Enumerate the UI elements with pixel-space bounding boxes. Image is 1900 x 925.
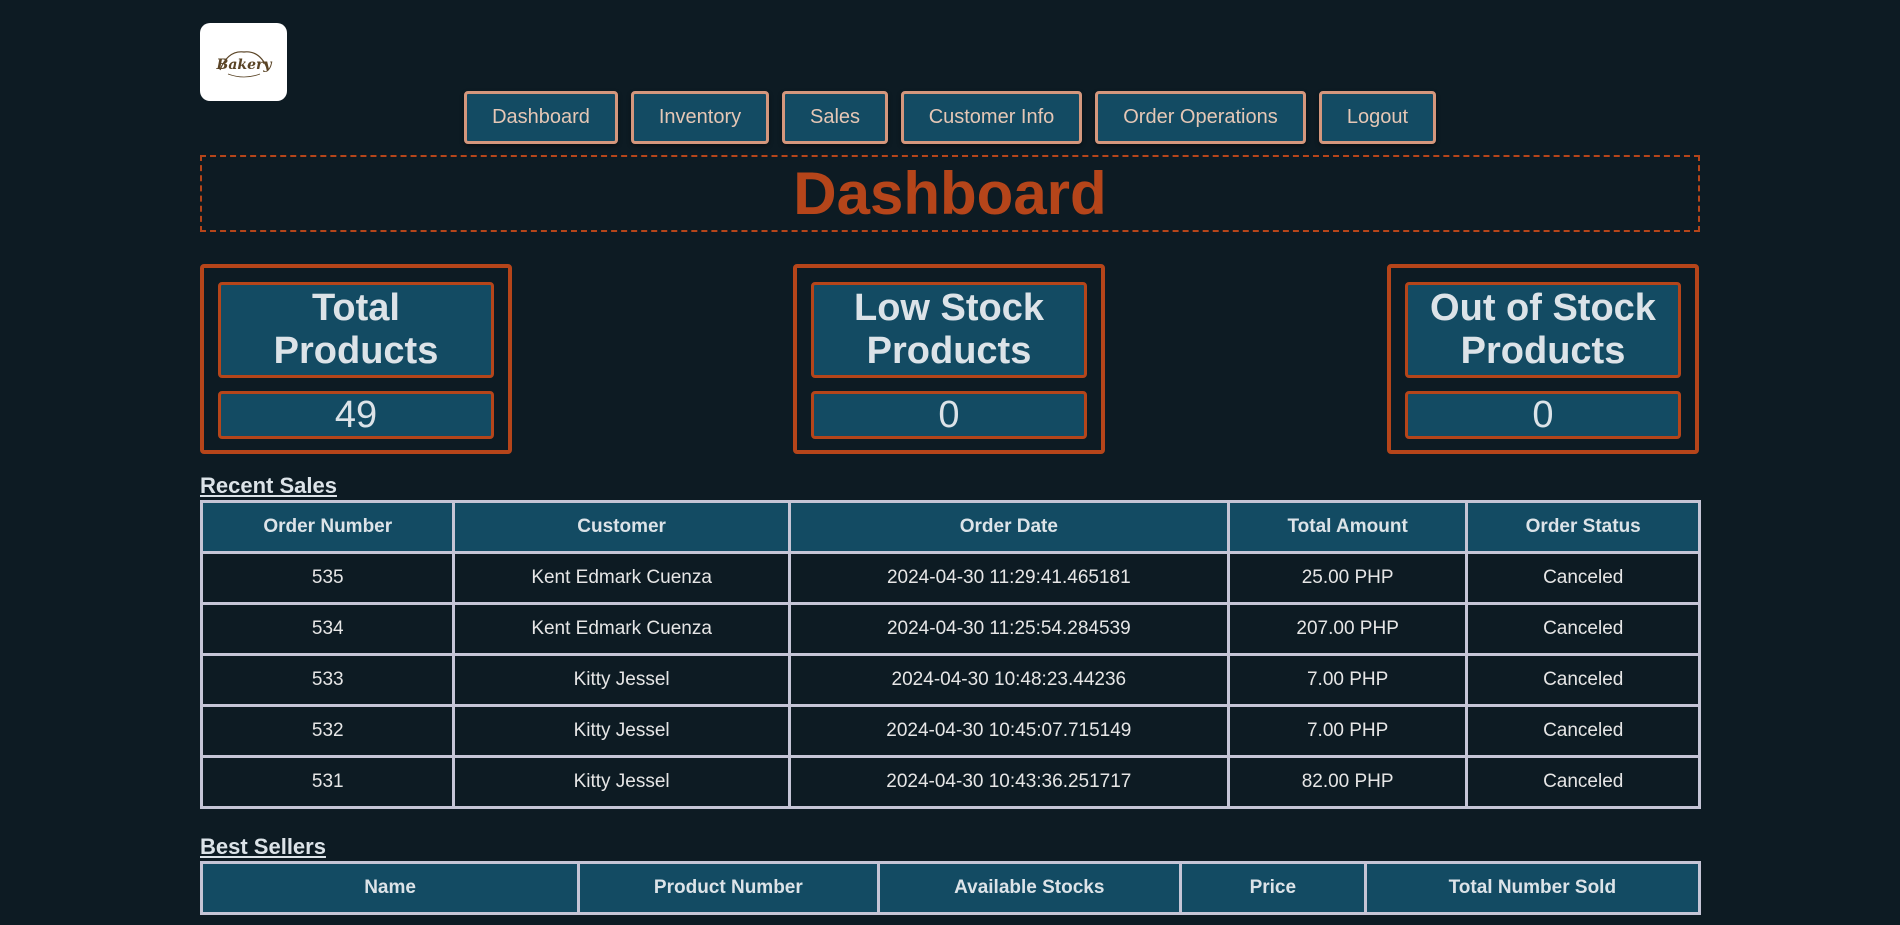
stat-value: 0 [811,391,1087,439]
column-header: Total Amount [1226,500,1469,554]
column-header: Customer [452,500,791,554]
cell-order-number: 534 [199,602,456,656]
cell-order-number: 531 [199,755,456,809]
stat-label: Low Stock Products [811,282,1087,378]
column-header: Order Date [787,500,1230,554]
stat-card-low-stock: Low Stock Products 0 [793,264,1105,454]
stat-value: 49 [218,391,494,439]
stat-label: Out of Stock Products [1405,282,1681,378]
column-header: Order Status [1465,500,1701,554]
cell-order-date: 2024-04-30 10:48:23.44236 [787,653,1230,707]
page-title: Dashboard [200,155,1700,232]
stat-card-total-products: Total Products 49 [200,264,512,454]
cell-order-date: 2024-04-30 10:43:36.251717 [787,755,1230,809]
stat-value: 0 [1405,391,1681,439]
logo-text: Bakery [215,57,272,73]
cell-customer: Kitty Jessel [452,704,791,758]
table-row: 535 Kent Edmark Cuenza 2024-04-30 11:29:… [199,551,1701,605]
column-header: Total Number Sold [1363,861,1702,915]
cell-total-amount: 7.00 PHP [1226,704,1469,758]
table-row: 533 Kitty Jessel 2024-04-30 10:48:23.442… [199,653,1701,707]
cell-customer: Kitty Jessel [452,653,791,707]
recent-sales-table: Order Number Customer Order Date Total A… [199,500,1701,809]
column-header: Price [1179,861,1367,915]
nav-inventory-button[interactable]: Inventory [631,91,769,144]
cell-order-number: 535 [199,551,456,605]
table-row: 534 Kent Edmark Cuenza 2024-04-30 11:25:… [199,602,1701,656]
table-header-row: Order Number Customer Order Date Total A… [199,500,1701,554]
cell-order-status: Canceled [1465,653,1701,707]
cell-order-date: 2024-04-30 10:45:07.715149 [787,704,1230,758]
cell-total-amount: 25.00 PHP [1226,551,1469,605]
bakery-logo[interactable]: Bakery [200,23,287,101]
column-header: Available Stocks [876,861,1183,915]
nav-logout-button[interactable]: Logout [1319,91,1436,144]
nav-customer-info-button[interactable]: Customer Info [901,91,1082,144]
stat-card-out-of-stock: Out of Stock Products 0 [1387,264,1699,454]
main-nav: Dashboard Inventory Sales Customer Info … [0,91,1900,144]
column-header: Name [199,861,581,915]
cell-customer: Kent Edmark Cuenza [452,551,791,605]
cell-customer: Kent Edmark Cuenza [452,602,791,656]
cell-order-status: Canceled [1465,704,1701,758]
best-sellers-title: Best Sellers [200,834,326,859]
stat-label: Total Products [218,282,494,378]
cell-order-status: Canceled [1465,551,1701,605]
nav-order-operations-button[interactable]: Order Operations [1095,91,1306,144]
table-header-row: Name Product Number Available Stocks Pri… [199,861,1702,915]
nav-sales-button[interactable]: Sales [782,91,888,144]
cell-customer: Kitty Jessel [452,755,791,809]
table-row: 531 Kitty Jessel 2024-04-30 10:43:36.251… [199,755,1701,809]
cell-order-status: Canceled [1465,602,1701,656]
bakery-logo-icon: Bakery [215,51,272,78]
cell-total-amount: 7.00 PHP [1226,653,1469,707]
cell-order-number: 532 [199,704,456,758]
cell-order-date: 2024-04-30 11:29:41.465181 [787,551,1230,605]
recent-sales-title: Recent Sales [200,473,337,498]
cell-order-date: 2024-04-30 11:25:54.284539 [787,602,1230,656]
column-header: Product Number [577,861,880,915]
cell-order-number: 533 [199,653,456,707]
best-sellers-table: Name Product Number Available Stocks Pri… [199,861,1702,915]
nav-dashboard-button[interactable]: Dashboard [464,91,618,144]
table-row: 532 Kitty Jessel 2024-04-30 10:45:07.715… [199,704,1701,758]
column-header: Order Number [199,500,456,554]
cell-order-status: Canceled [1465,755,1701,809]
cell-total-amount: 82.00 PHP [1226,755,1469,809]
cell-total-amount: 207.00 PHP [1226,602,1469,656]
